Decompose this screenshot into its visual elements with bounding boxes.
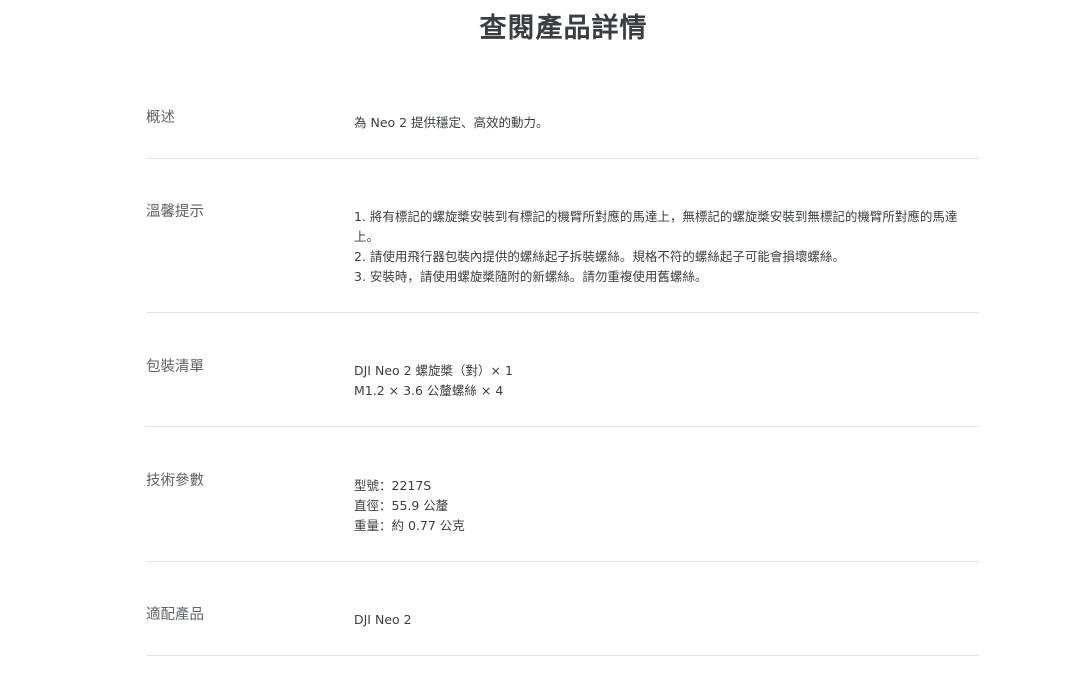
spec-label-overview: 概述	[146, 110, 175, 126]
spec-line: 3. 安裝時，請使用螺旋槳隨附的新螺絲。請勿重複使用舊螺絲。	[354, 269, 708, 284]
spec-label-tips: 溫馨提示	[146, 204, 204, 220]
spec-row-overview: 概述 為 Neo 2 提供穩定、高效的動力。	[146, 88, 979, 159]
spec-line: 重量：約 0.77 公克	[354, 518, 465, 533]
spec-line: DJI Neo 2	[354, 612, 412, 627]
page-title: 查閱產品詳情	[479, 13, 648, 44]
spec-line: 2. 請使用飛行器包裝內提供的螺絲起子拆裝螺絲。規格不符的螺絲起子可能會損壞螺絲…	[354, 249, 845, 264]
spec-value-overview: 為 Neo 2 提供穩定、高效的動力。	[354, 113, 974, 133]
spec-value-tips: 1. 將有標記的螺旋槳安裝到有標記的機臂所對應的馬達上，無標記的螺旋槳安裝到無標…	[354, 207, 974, 287]
spec-line: 型號：2217S	[354, 478, 432, 493]
spec-value-tech: 型號：2217S 直徑：55.9 公釐 重量：約 0.77 公克	[354, 476, 974, 536]
spec-label-compatible: 適配產品	[146, 607, 204, 623]
spec-line: M1.2 × 3.6 公釐螺絲 × 4	[354, 383, 504, 398]
spec-label-package: 包裝清單	[146, 359, 204, 375]
spec-value-compatible: DJI Neo 2	[354, 610, 974, 630]
spec-value-package: DJI Neo 2 螺旋槳（對）× 1 M1.2 × 3.6 公釐螺絲 × 4	[354, 361, 974, 401]
spec-line: DJI Neo 2 螺旋槳（對）× 1	[354, 363, 513, 378]
spec-row-compatible: 適配產品 DJI Neo 2	[146, 561, 979, 656]
spec-line: 1. 將有標記的螺旋槳安裝到有標記的機臂所對應的馬達上，無標記的螺旋槳安裝到無標…	[354, 209, 958, 244]
spec-row-package: 包裝清單 DJI Neo 2 螺旋槳（對）× 1 M1.2 × 3.6 公釐螺絲…	[146, 312, 979, 427]
spec-label-tech: 技術參數	[146, 473, 204, 489]
spec-row-tips: 溫馨提示 1. 將有標記的螺旋槳安裝到有標記的機臂所對應的馬達上，無標記的螺旋槳…	[146, 158, 979, 313]
spec-line: 直徑：55.9 公釐	[354, 498, 449, 513]
spec-row-tech: 技術參數 型號：2217S 直徑：55.9 公釐 重量：約 0.77 公克	[146, 426, 979, 562]
spec-line: 為 Neo 2 提供穩定、高效的動力。	[354, 115, 549, 130]
